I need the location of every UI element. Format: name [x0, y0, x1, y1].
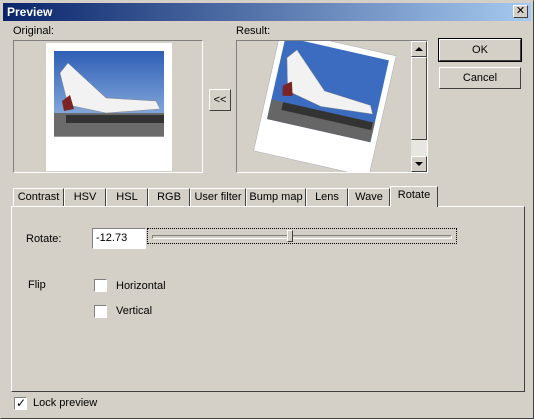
scroll-up-button[interactable] — [411, 41, 427, 57]
window-title: Preview — [7, 5, 53, 19]
title-bar: Preview ✕ — [3, 3, 531, 21]
original-photo — [54, 51, 164, 137]
lock-preview-checkbox[interactable]: ✓ — [14, 396, 27, 410]
ok-label: OK — [472, 44, 488, 56]
copy-to-original-label: << — [213, 94, 227, 106]
tab-hsv[interactable]: HSV — [64, 188, 106, 206]
copy-to-original-button[interactable]: << — [209, 89, 231, 111]
vertical-checkbox[interactable] — [94, 305, 107, 318]
tab-label: Lens — [315, 191, 339, 203]
horizontal-label: Horizontal — [116, 280, 166, 292]
arrow-down-icon — [415, 162, 423, 166]
slider-track — [152, 235, 452, 239]
slider-thumb[interactable] — [287, 230, 293, 242]
flip-label: Flip — [28, 279, 46, 291]
result-scrollbar[interactable] — [411, 41, 427, 172]
rotate-value: -12.73 — [96, 232, 128, 244]
original-photo-frame — [46, 43, 172, 171]
tab-contrast[interactable]: Contrast — [13, 188, 64, 206]
tab-lens[interactable]: Lens — [306, 188, 348, 206]
checkmark-icon: ✓ — [16, 396, 27, 410]
rotate-input[interactable]: -12.73 — [92, 228, 146, 249]
original-preview — [13, 40, 203, 173]
result-label: Result: — [236, 25, 271, 37]
rotate-panel: Rotate: -12.73 Flip Horizontal Vertical — [11, 206, 525, 392]
tab-user-filter[interactable]: User filter — [190, 188, 246, 206]
tab-rotate[interactable]: Rotate — [390, 186, 438, 207]
horizontal-checkbox[interactable] — [94, 279, 107, 292]
cancel-button[interactable]: Cancel — [439, 67, 521, 89]
tab-hsl[interactable]: HSL — [106, 188, 148, 206]
close-icon: ✕ — [515, 5, 526, 17]
tab-rgb[interactable]: RGB — [148, 188, 190, 206]
rotate-slider[interactable] — [147, 228, 457, 244]
cancel-label: Cancel — [462, 72, 498, 84]
close-button[interactable]: ✕ — [513, 5, 528, 18]
tab-label: Wave — [355, 191, 383, 203]
rotate-label: Rotate: — [26, 233, 62, 245]
tab-bump-map[interactable]: Bump map — [246, 188, 306, 206]
tab-label: Contrast — [17, 191, 60, 203]
scroll-thumb[interactable] — [411, 57, 427, 140]
tab-label: User filter — [194, 191, 242, 203]
preview-dialog: Preview ✕ Original: << Result: OK Cancel… — [0, 0, 534, 419]
tab-label: HSL — [116, 191, 138, 203]
tab-label: RGB — [157, 191, 181, 203]
arrow-up-icon — [415, 47, 423, 51]
result-photo — [253, 41, 397, 172]
lock-preview-label: Lock preview — [33, 397, 98, 409]
vertical-label: Vertical — [116, 305, 153, 317]
tab-wave[interactable]: Wave — [348, 188, 390, 206]
tab-label: HSV — [73, 191, 97, 203]
ok-button[interactable]: OK — [438, 38, 522, 62]
tab-label: Bump map — [249, 191, 303, 203]
original-label: Original: — [13, 25, 54, 37]
result-preview — [236, 40, 428, 173]
scroll-down-button[interactable] — [411, 156, 427, 172]
result-image-area — [237, 41, 409, 172]
tab-label: Rotate — [397, 189, 431, 201]
